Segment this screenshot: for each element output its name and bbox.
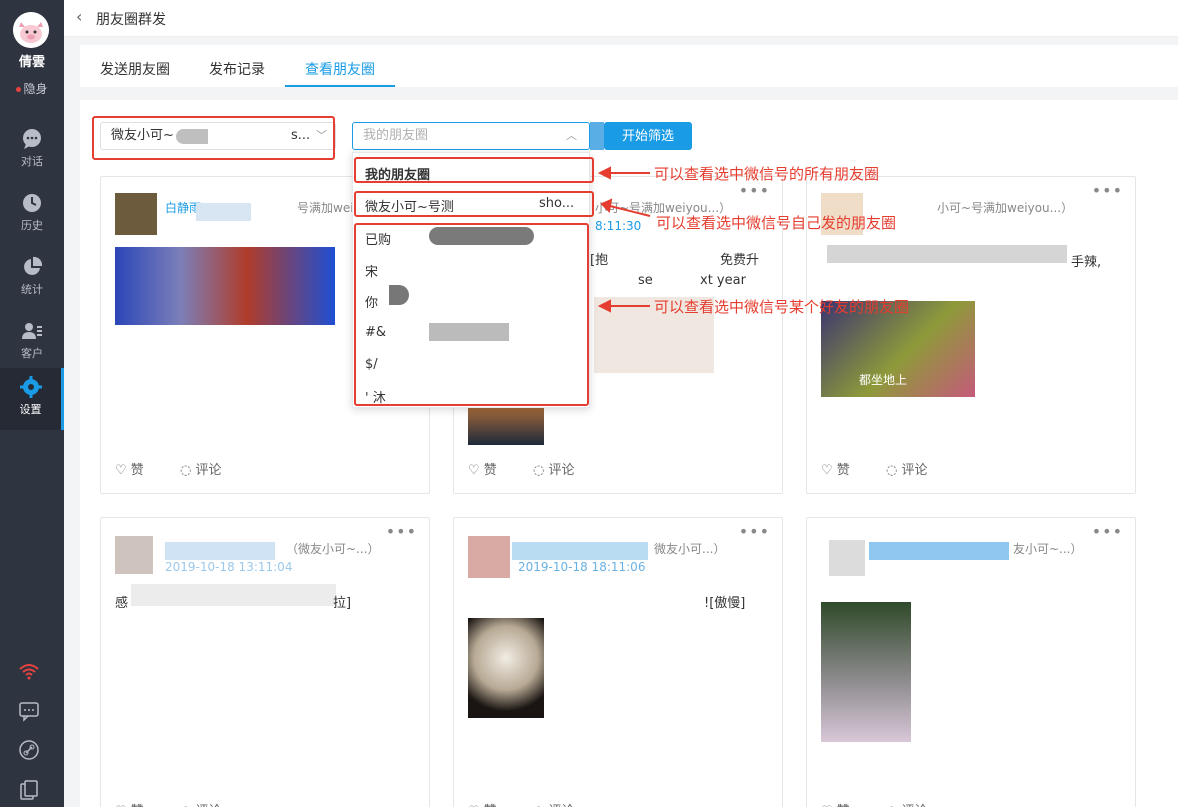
sidebar-item-label: 历史 xyxy=(21,219,43,232)
moment-card: ••• 友小可~...） ♡ 赞 ◌ 评论 xyxy=(806,517,1136,807)
moment-account: 小可~号满加weiyou...） xyxy=(937,201,1074,215)
comment-label: 评论 xyxy=(548,463,575,478)
annotation-text-own-posts: 可以查看选中微信号自己发的朋友圈 xyxy=(656,214,897,232)
sidebar-item-settings[interactable]: 设置 xyxy=(0,368,64,430)
more-icon[interactable]: ••• xyxy=(1092,522,1123,541)
gear-icon xyxy=(19,376,42,398)
status-label: 隐身 xyxy=(23,82,48,96)
image-caption: 都坐地上 xyxy=(859,373,908,387)
blurred-text xyxy=(131,584,336,606)
moment-image[interactable] xyxy=(468,618,544,718)
blurred-text xyxy=(165,542,275,560)
moment-actions: ♡ 赞 ◌ 评论 xyxy=(468,459,606,478)
annotation-box-account xyxy=(92,116,335,160)
sidebar-item-label: 客户 xyxy=(21,347,43,360)
avatar[interactable] xyxy=(829,540,865,576)
moment-card: ••• （微友小可~...） 2019-10-18 13:11:04 感 拉] … xyxy=(100,517,430,807)
avatar[interactable] xyxy=(468,536,510,578)
annotation-box-friends xyxy=(354,223,589,406)
moment-time: 2019-10-18 18:11:06 xyxy=(518,560,646,574)
tab-view-moments[interactable]: 查看朋友圈 xyxy=(305,59,375,79)
like-button[interactable]: ♡ 赞 xyxy=(468,463,513,478)
tab-send-moments[interactable]: 发送朋友圈 xyxy=(100,59,170,79)
annotation-box-my-moments xyxy=(354,157,594,183)
select-edge xyxy=(590,122,604,150)
user-name: 倩雲 xyxy=(18,55,45,70)
moment-actions: ♡ 赞 ◌ 评论 xyxy=(821,800,959,807)
sidebar-item-history[interactable]: 历史 xyxy=(0,184,64,246)
avatar[interactable] xyxy=(13,12,49,48)
moment-card: ••• 微友小可...） 2019-10-18 18:11:06 ![傲慢] ♡… xyxy=(453,517,783,807)
contacts-icon xyxy=(22,323,42,339)
comment-label: 评论 xyxy=(901,463,928,478)
sidebar: 倩雲 隐身 对话 历史 统计 客户 设置 xyxy=(0,0,64,807)
chevron-left-icon[interactable]: ‹ xyxy=(76,7,82,26)
pig-avatar-icon xyxy=(13,12,49,48)
annotation-arrows xyxy=(597,166,651,313)
copy-icon[interactable] xyxy=(18,779,40,801)
moments-select-placeholder: 我的朋友圈 xyxy=(363,128,429,143)
start-filter-button[interactable]: 开始筛选 xyxy=(604,122,692,150)
moment-text: 拉] xyxy=(333,596,352,611)
comment-button[interactable]: ◌ 评论 xyxy=(533,463,591,478)
moment-text: 感 xyxy=(115,596,129,611)
tab-bar: 发送朋友圈 发布记录 查看朋友圈 xyxy=(80,45,1178,87)
sidebar-item-customers[interactable]: 客户 xyxy=(0,312,64,374)
blurred-text xyxy=(869,542,1009,560)
page-title: 朋友圈群发 xyxy=(96,12,166,28)
moment-actions: ♡ 赞 ◌ 评论 xyxy=(115,459,253,478)
like-label: 赞 xyxy=(130,463,144,478)
pie-chart-icon xyxy=(24,256,43,275)
moment-text: xt year xyxy=(700,273,746,288)
wifi-icon[interactable] xyxy=(18,660,40,682)
more-icon[interactable]: ••• xyxy=(739,522,770,541)
moment-image[interactable] xyxy=(468,403,544,445)
moment-account: （微友小可~...） xyxy=(286,542,380,556)
moment-text: 手辣, xyxy=(1071,255,1102,270)
sidebar-item-label: 对话 xyxy=(21,155,43,168)
moment-actions: ♡ 赞 ◌ 评论 xyxy=(821,459,959,478)
sidebar-item-label: 设置 xyxy=(19,403,42,416)
avatar[interactable] xyxy=(115,193,157,235)
active-tab-indicator xyxy=(285,85,395,87)
link-icon[interactable] xyxy=(18,739,40,761)
chevron-up-icon: ︿ xyxy=(566,129,577,142)
more-icon[interactable]: ••• xyxy=(1092,181,1123,200)
moment-text: ![傲慢] xyxy=(704,596,746,611)
like-label: 赞 xyxy=(836,463,850,478)
like-button[interactable]: ♡ 赞 xyxy=(115,463,160,478)
user-status[interactable]: 隐身 xyxy=(0,80,64,97)
avatar[interactable] xyxy=(115,536,153,574)
moment-time: 2019-10-18 13:11:04 xyxy=(165,560,293,574)
like-button[interactable]: ♡ 赞 xyxy=(821,463,866,478)
feedback-icon[interactable] xyxy=(18,700,40,722)
annotation-text-friend-moments: 可以查看选中微信号某个好友的朋友圈 xyxy=(654,298,910,316)
comment-label: 评论 xyxy=(195,463,222,478)
blurred-text xyxy=(827,245,1067,263)
top-bar: ‹ 朋友圈群发 xyxy=(64,0,1178,37)
annotation-text-all-moments: 可以查看选中微信号的所有朋友圈 xyxy=(654,165,880,183)
moments-select[interactable]: 我的朋友圈 ︿ xyxy=(352,122,590,150)
blurred-text xyxy=(196,203,251,221)
moment-account: 微友小可...） xyxy=(654,542,726,556)
moment-account: 友小可~...） xyxy=(1013,542,1083,556)
sidebar-item-label: 统计 xyxy=(21,283,43,296)
moment-image[interactable] xyxy=(115,247,335,325)
like-label: 赞 xyxy=(483,463,497,478)
more-icon[interactable]: ••• xyxy=(386,522,417,541)
blurred-text xyxy=(512,542,648,560)
chat-icon xyxy=(23,129,41,149)
status-dot xyxy=(16,87,22,92)
comment-button[interactable]: ◌ 评论 xyxy=(886,463,944,478)
tab-publish-history[interactable]: 发布记录 xyxy=(209,59,265,79)
moment-actions: ♡ 赞 ◌ 评论 xyxy=(115,800,253,807)
moment-text: 免费升 xyxy=(720,253,760,268)
sidebar-item-chat[interactable]: 对话 xyxy=(0,120,64,182)
clock-icon xyxy=(23,194,41,212)
moment-actions: ♡ 赞 ◌ 评论 xyxy=(468,800,606,807)
moment-image[interactable] xyxy=(821,602,911,742)
annotation-box-own-posts xyxy=(354,191,594,217)
comment-button[interactable]: ◌ 评论 xyxy=(180,463,238,478)
sidebar-item-stats[interactable]: 统计 xyxy=(0,248,64,310)
